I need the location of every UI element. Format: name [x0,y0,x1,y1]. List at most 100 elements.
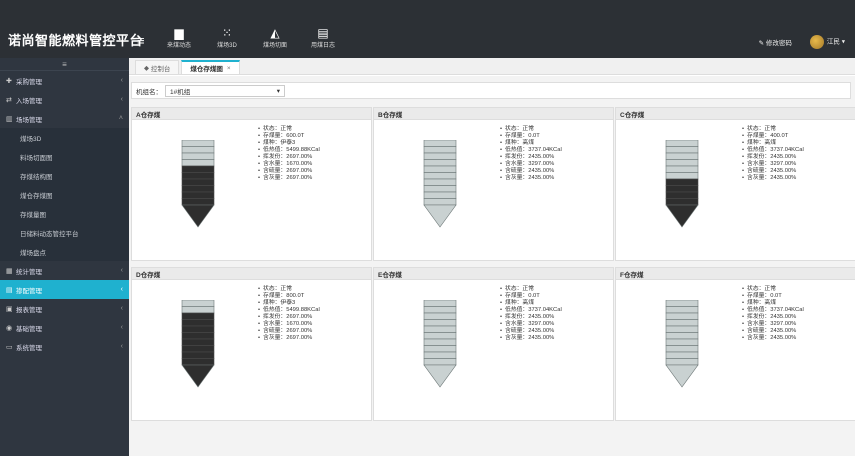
stat-coal: 煤种：高煤 [500,300,562,307]
silo-title: C仓存煤 [616,108,855,120]
topnav-label: 用煤日志 [310,43,335,49]
silo-card: E仓存煤 状态：正常存煤量：0.0T煤种：高煤低热值：3737.04KCal挥发… [373,267,614,421]
silo-level-filled [665,185,699,193]
caret-icon: ‹ [120,286,123,293]
topnav-label: 煤场切面 [262,43,287,49]
silo-level-filled [181,312,215,320]
sidebar-item[interactable]: ▭ 系统管理 ‹ [0,337,129,356]
stat-ash: 含灰量：2697.00% [258,175,320,182]
close-icon[interactable]: × [227,65,231,72]
caret-icon: ‹ [120,77,123,84]
sidebar-subitem[interactable]: 煤仓存煤图 [0,185,129,204]
silo-level-empty [423,140,457,147]
chevron-down-icon: ▾ [276,87,280,95]
silo-level-filled [181,319,215,327]
topnav-yard-3d[interactable]: ⁙ 煤场3D [210,26,244,49]
silo-level-empty [665,152,699,160]
stat-moisture: 含水量：3297.00% [500,321,562,328]
silo-level-empty [181,159,215,167]
topnav-coal-log[interactable]: ▤ 用煤日志 [306,26,340,49]
stat-moisture: 含水量：3297.00% [500,161,562,168]
silo-level-empty [665,319,699,327]
stat-heat: 低热值：3737.04KCal [500,307,562,314]
tab-label: 煤仓存煤图 [190,66,223,73]
sidebar-subitem[interactable]: 煤场3D [0,128,129,147]
silo-level-filled [181,198,215,206]
silo-level-filled [181,185,215,193]
silo-level-empty [423,345,457,353]
sidebar-item-icon: ◉ [6,324,13,332]
menu-toggle-icon[interactable]: ≡ [137,33,145,48]
stat-heat: 低热值：3737.04KCal [742,147,804,154]
topnav-label: 来煤动态 [166,43,191,49]
silo-stats: 状态：正常存煤量：0.0T煤种：高煤低热值：3737.04KCal挥发份：243… [500,126,562,182]
stat-coal: 煤种：高煤 [500,140,562,147]
sidebar-subitem[interactable]: 日储料动态管控平台 [0,223,129,242]
silo-graphic [423,140,457,228]
tab-console[interactable]: ◆ 控制台 [135,60,180,74]
topnav-yard-section[interactable]: ◭ 煤场切面 [258,26,292,49]
silo-level-filled [665,198,699,206]
stat-status: 状态：正常 [742,286,804,293]
stat-status: 状态：正常 [742,126,804,133]
user-menu[interactable]: 江民 ▾ [809,35,845,49]
sidebar-item[interactable]: ⇄ 入场管理 ‹ [0,90,129,109]
silo-level-empty [181,140,215,147]
silo-graphic [181,140,215,228]
sidebar-item-label: 场场管理 [16,116,42,124]
stat-sulfur: 含硫量：2435.00% [742,168,804,175]
sidebar-item-label: 基础管理 [16,325,42,333]
chart-icon: ◭ [270,26,280,40]
silo-title: E仓存煤 [374,268,613,280]
sidebar-subitem[interactable]: 料场切面图 [0,147,129,166]
silo-level-empty [423,332,457,340]
silo-level-empty [665,332,699,340]
silo-level-filled [181,178,215,186]
silo-body: 状态：正常存煤量：600.0T煤种：伊泰3低热值：5499.88KCal挥发份：… [132,120,371,260]
sidebar-subitem[interactable]: 存煤量图 [0,204,129,223]
silo-level-empty [423,351,457,359]
main-content: 机组名： 1#机组 ▾ A仓存煤 状态：正常存煤量：600.0T煤种：伊泰3低热… [129,76,855,456]
sidebar-collapse-icon[interactable]: ≡ [0,58,129,71]
stat-ash: 含灰量：2435.00% [742,335,804,342]
silo-card: D仓存煤 状态：正常存煤量：800.0T煤种：伊泰3低热值：5499.88KCa… [131,267,372,421]
stat-coal: 煤种：伊泰3 [258,140,320,147]
sidebar-item[interactable]: ▦ 统计管理 ‹ [0,261,129,280]
silo-level-empty [423,319,457,327]
sidebar-item[interactable]: ◉ 基础管理 ‹ [0,318,129,337]
stat-heat: 低热值：5499.88KCal [258,147,320,154]
change-password-label: 修改密码 [765,40,792,47]
sidebar-item[interactable]: ▥ 场场管理 ˄ [0,109,129,128]
change-password-link[interactable]: ✎ 修改密码 [759,37,792,47]
silo-level-filled [181,325,215,333]
app-brand: 诺尚智能燃料管控平台 [8,33,144,48]
silo-cone [423,204,457,228]
stat-volatile: 挥发份：2435.00% [742,314,804,321]
stat-volatile: 挥发份：2435.00% [742,154,804,161]
sidebar-item[interactable]: ▣ 报表管理 ‹ [0,299,129,318]
sidebar-subitem[interactable]: 存煤结构图 [0,166,129,185]
stat-moisture: 含水量：3297.00% [742,321,804,328]
stat-sulfur: 含硫量：2435.00% [500,168,562,175]
stat-coal: 煤种：高煤 [742,300,804,307]
stat-amount: 存煤量：600.0T [258,133,320,140]
unit-select[interactable]: 1#机组 ▾ [165,84,285,97]
avatar [809,35,824,49]
stat-moisture: 含水量：1670.00% [258,321,320,328]
stat-amount: 存煤量：0.0T [500,293,562,300]
silo-level-empty [423,172,457,180]
sidebar-item[interactable]: ✚ 采购管理 ‹ [0,71,129,90]
stat-sulfur: 含硫量：2697.00% [258,168,320,175]
silo-cone [665,204,699,228]
tab-silo-coal[interactable]: 煤仓存煤图 × [181,60,240,74]
silo-level-empty [423,358,457,366]
sidebar-item-label: 系统管理 [16,344,42,352]
stat-sulfur: 含硫量：2435.00% [742,328,804,335]
stat-moisture: 含水量：1670.00% [258,161,320,168]
topnav-coal-dynamics[interactable]: ▆ 来煤动态 [162,26,196,49]
stat-ash: 含灰量：2697.00% [258,335,320,342]
sidebar-subitem[interactable]: 煤场盘点 [0,242,129,261]
sidebar-item[interactable]: ▤ 掺配管理 ‹ [0,280,129,299]
home-icon: ◆ [144,64,149,72]
silo-level-empty [423,338,457,346]
